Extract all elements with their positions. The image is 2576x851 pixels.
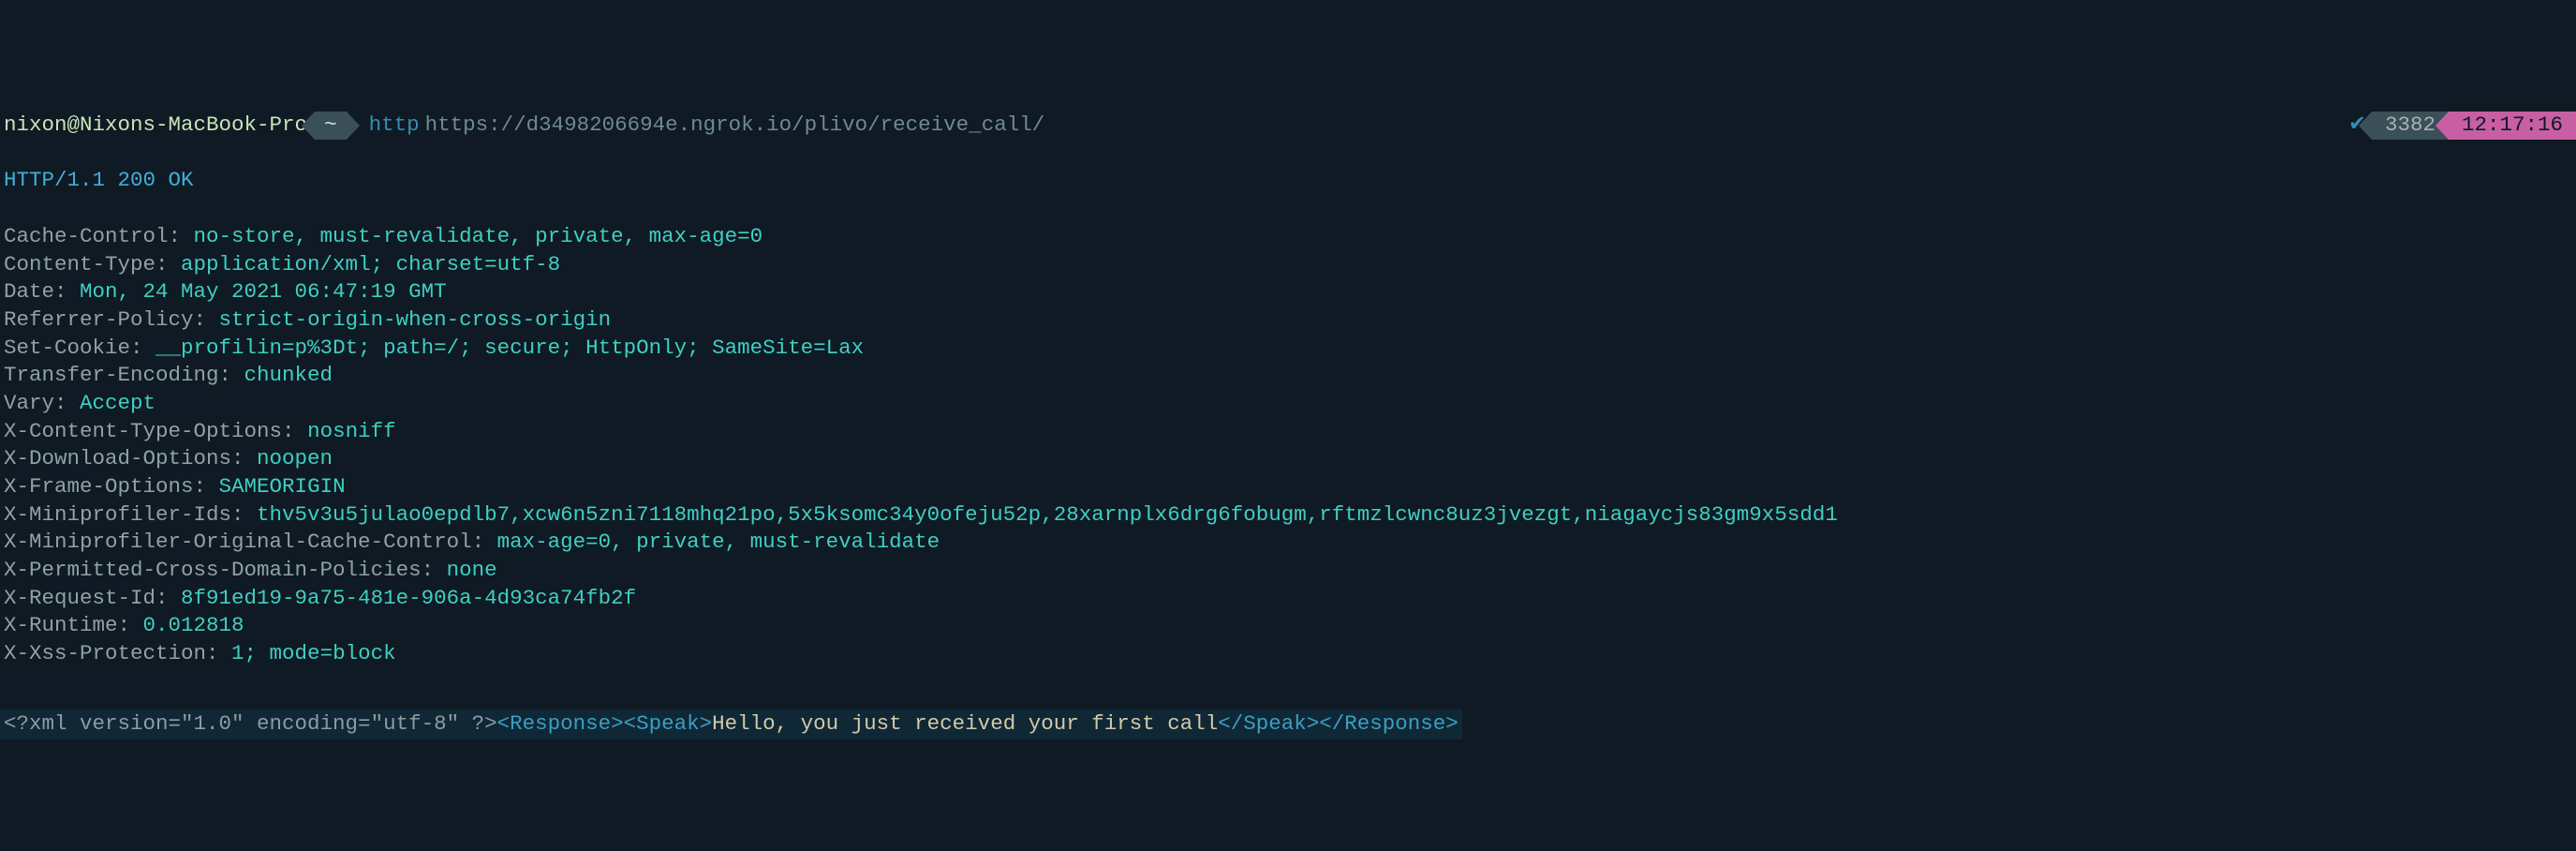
http-header-line: Transfer-Encoding: chunked xyxy=(0,362,2576,390)
http-header-value: 8f91ed19-9a75-481e-906a-4d93ca74fb2f xyxy=(169,586,637,610)
http-header-line: Vary: Accept xyxy=(0,390,2576,418)
http-header-line: Referrer-Policy: strict-origin-when-cros… xyxy=(0,306,2576,335)
http-header-line: X-Download-Options: noopen xyxy=(0,445,2576,473)
http-header-line: X-Runtime: 0.012818 xyxy=(0,612,2576,640)
http-status-line: HTTP/1.1 200 OK xyxy=(0,167,2576,195)
xml-text-content: Hello, you just received your first call xyxy=(712,711,1218,736)
http-header-key: Date: xyxy=(4,279,67,304)
http-header-value: SAMEORIGIN xyxy=(206,474,346,499)
http-header-value: __profilin=p%3Dt; path=/; secure; HttpOn… xyxy=(143,336,865,360)
command-binary: http xyxy=(369,112,420,140)
http-header-key: Content-Type: xyxy=(4,252,169,276)
http-header-value: nosniff xyxy=(295,419,396,443)
http-header-value: 1; mode=block xyxy=(219,641,396,665)
http-header-key: Referrer-Policy: xyxy=(4,307,206,332)
http-header-value: strict-origin-when-cross-origin xyxy=(206,307,611,332)
http-header-line: X-Request-Id: 8f91ed19-9a75-481e-906a-4d… xyxy=(0,585,2576,613)
prompt-user-host: nixon@Nixons-MacBook-Pro xyxy=(0,112,315,140)
prompt-cwd: ~ xyxy=(324,112,337,137)
xml-tag-response-close: </Response> xyxy=(1319,711,1458,736)
http-header-key: Vary: xyxy=(4,391,67,415)
command-argument: https://d3498206694e.ngrok.io/plivo/rece… xyxy=(425,112,1045,140)
xml-tag-response-open: <Response> xyxy=(497,711,624,736)
status-time: 12:17:16 xyxy=(2462,112,2563,140)
http-header-value: thv5v3u5julao0epdlb7,xcw6n5zni7118mhq21p… xyxy=(244,502,1838,527)
http-header-line: Date: Mon, 24 May 2021 06:47:19 GMT xyxy=(0,278,2576,306)
http-header-value: no-store, must-revalidate, private, max-… xyxy=(181,224,762,248)
http-header-key: X-Miniprofiler-Original-Cache-Control: xyxy=(4,530,484,554)
http-header-key: X-Frame-Options: xyxy=(4,474,206,499)
xml-tag-speak-close: </Speak> xyxy=(1218,711,1319,736)
http-header-value: 0.012818 xyxy=(130,613,244,637)
http-header-line: Content-Type: application/xml; charset=u… xyxy=(0,251,2576,279)
status-time-pill: 12:17:16 xyxy=(2449,112,2576,140)
http-header-value: chunked xyxy=(231,363,333,387)
http-header-key: X-Xss-Protection: xyxy=(4,641,219,665)
xml-tag-speak-open: <Speak> xyxy=(624,711,713,736)
http-header-line: X-Xss-Protection: 1; mode=block xyxy=(0,640,2576,668)
http-header-line: X-Frame-Options: SAMEORIGIN xyxy=(0,473,2576,501)
http-header-key: X-Permitted-Cross-Domain-Policies: xyxy=(4,558,434,582)
http-header-key: Transfer-Encoding: xyxy=(4,363,231,387)
http-header-key: X-Download-Options: xyxy=(4,446,244,470)
http-header-line: X-Miniprofiler-Original-Cache-Control: m… xyxy=(0,529,2576,557)
http-header-value: application/xml; charset=utf-8 xyxy=(169,252,561,276)
http-header-key: X-Runtime: xyxy=(4,613,130,637)
http-header-key: X-Content-Type-Options: xyxy=(4,419,295,443)
http-header-key: X-Miniprofiler-Ids: xyxy=(4,502,244,527)
http-header-line: X-Permitted-Cross-Domain-Policies: none xyxy=(0,557,2576,585)
http-headers-block: Cache-Control: no-store, must-revalidate… xyxy=(0,223,2576,668)
http-header-line: X-Content-Type-Options: nosniff xyxy=(0,418,2576,446)
http-header-key: Cache-Control: xyxy=(4,224,181,248)
http-header-value: none xyxy=(434,558,497,582)
http-header-value: max-age=0, private, must-revalidate xyxy=(484,530,940,554)
prompt-cwd-segment: ~ xyxy=(315,112,347,140)
shell-prompt-line[interactable]: nixon@Nixons-MacBook-Pro ~ http https://… xyxy=(0,112,2576,140)
http-header-line: Cache-Control: no-store, must-revalidate… xyxy=(0,223,2576,251)
http-body-xml: <?xml version="1.0" encoding="utf-8" ?><… xyxy=(0,709,1462,740)
http-header-key: Set-Cookie: xyxy=(4,336,143,360)
http-header-line: Set-Cookie: __profilin=p%3Dt; path=/; se… xyxy=(0,335,2576,363)
http-header-key: X-Request-Id: xyxy=(4,586,169,610)
http-header-value: Mon, 24 May 2021 06:47:19 GMT xyxy=(67,279,447,304)
http-header-value: noopen xyxy=(244,446,333,470)
xml-declaration: <?xml version="1.0" encoding="utf-8" ?> xyxy=(4,711,497,736)
http-header-line: X-Miniprofiler-Ids: thv5v3u5julao0epdlb7… xyxy=(0,501,2576,530)
status-bar-right: ✔ 3382 12:17:16 xyxy=(2348,112,2576,140)
status-count: 3382 xyxy=(2385,112,2435,140)
http-header-value: Accept xyxy=(67,391,156,415)
